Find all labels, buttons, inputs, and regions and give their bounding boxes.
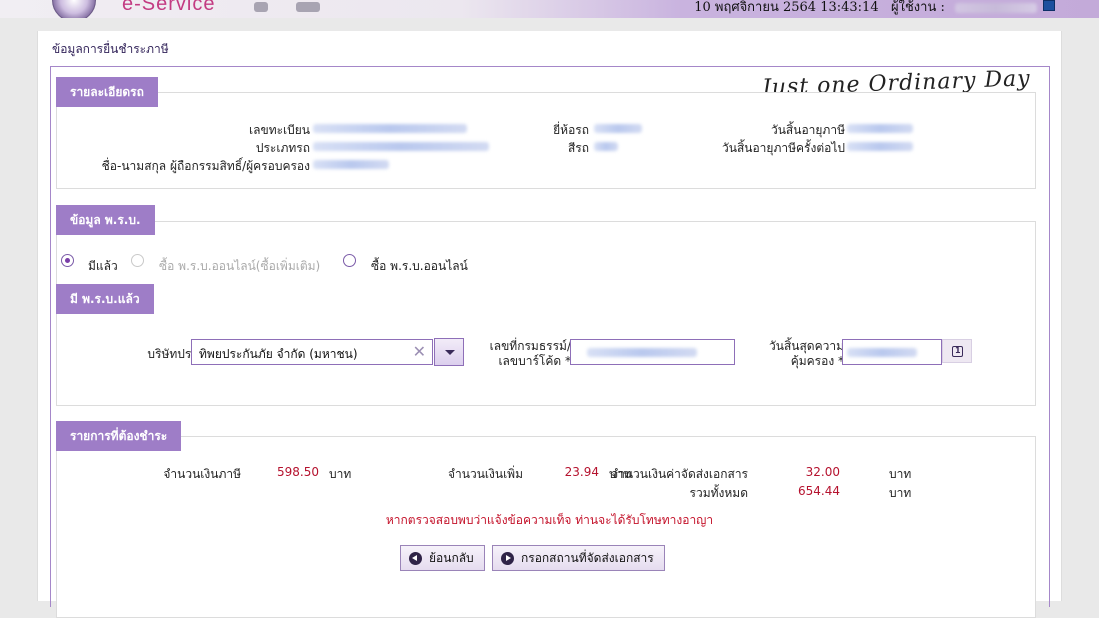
department-seal-logo	[52, 0, 96, 18]
owner-label: ชื่อ-นามสกุล ผู้ถือกรรมสิทธิ์/ผู้ครอบครอ…	[101, 159, 310, 173]
calendar-icon[interactable]	[942, 339, 972, 363]
insurer-dropdown-button[interactable]	[434, 338, 464, 366]
header-datetime: 10 พฤศจิกายน 2564 13:43:14	[694, 0, 879, 15]
total-unit: บาท	[889, 486, 912, 500]
tax-amount-value: 598.50	[277, 465, 319, 479]
delivery-address-button[interactable]: กรอกสถานที่จัดส่งเอกสาร	[492, 545, 665, 571]
policy-number-value-redacted	[587, 348, 697, 357]
delivery-address-button-label: กรอกสถานที่จัดส่งเอกสาร	[521, 551, 654, 565]
top-banner: e-Service 10 พฤศจิกายน 2564 13:43:14 ผู้…	[0, 0, 1099, 18]
plate-label: เลขทะเบียน	[249, 123, 310, 137]
delivery-fee-unit: บาท	[889, 467, 912, 481]
insurance-box	[56, 221, 1036, 406]
insurance-title: ข้อมูล พ.ร.บ.	[56, 205, 155, 235]
radio-has-insurance[interactable]	[61, 254, 74, 267]
total-value: 654.44	[798, 484, 840, 498]
brand-label: ยี่ห้อรถ	[553, 123, 589, 137]
page-content: ข้อมูลการยื่นชำระภาษี Just one Ordinary …	[37, 31, 1062, 618]
radio-buy-online-label: ซื้อ พ.ร.บ.ออนไลน์	[371, 259, 468, 273]
radio-buy-online[interactable]	[343, 254, 356, 267]
coverage-end-label-line2: คุ้มครอง *	[790, 354, 844, 368]
clear-icon[interactable]: ✕	[413, 342, 426, 361]
brand-name: e-Service	[122, 0, 216, 15]
false-statement-warning: หากตรวจสอบพบว่าแจ้งข้อความเท็จ ท่านจะได้…	[385, 513, 714, 527]
owner-value-redacted	[313, 160, 389, 169]
header-username-redacted	[955, 2, 1037, 13]
insurer-select-value: ทิพยประกันภัย จำกัด (มหาชน)	[199, 347, 358, 361]
vehicle-details-title: รายละเอียดรถ	[56, 77, 158, 107]
color-label: สีรถ	[567, 141, 589, 155]
arrow-right-circle-icon	[501, 552, 514, 565]
back-button-label: ย้อนกลับ	[429, 551, 474, 565]
tax-expiry-label: วันสิ้นอายุภาษี	[770, 123, 845, 137]
policy-number-input[interactable]	[570, 339, 735, 365]
arrow-left-circle-icon	[409, 552, 422, 565]
header-menu-button[interactable]	[1043, 0, 1055, 11]
total-label: รวมทั้งหมด	[689, 486, 748, 500]
tax-expiry-value-redacted	[847, 124, 913, 133]
delivery-fee-value: 32.00	[805, 465, 840, 479]
surcharge-value: 23.94	[564, 465, 599, 479]
tax-amount-unit: บาท	[329, 467, 352, 481]
surcharge-label: จำนวนเงินเพิ่ม	[448, 467, 523, 481]
vehicle-type-label: ประเภทรถ	[255, 141, 310, 155]
car-icon	[254, 2, 268, 12]
has-insurance-title: มี พ.ร.บ.แล้ว	[56, 284, 154, 314]
color-value-redacted	[594, 142, 618, 151]
brand-value-redacted	[594, 124, 642, 133]
header-user-label: ผู้ใช้งาน :	[891, 0, 945, 15]
radio-buy-additional-online	[131, 254, 144, 267]
policy-number-label-line2: เลขบาร์โค้ด *	[498, 354, 571, 368]
plate-value-redacted	[313, 124, 467, 133]
back-button[interactable]: ย้อนกลับ	[400, 545, 485, 571]
coverage-end-date-input[interactable]	[842, 339, 942, 365]
bus-icon	[296, 2, 320, 12]
vehicle-type-value-redacted	[313, 142, 489, 151]
radio-has-insurance-label: มีแล้ว	[88, 259, 118, 273]
insurer-select[interactable]: ทิพยประกันภัย จำกัด (มหาชน) ✕	[191, 339, 433, 365]
delivery-fee-label: จำนวนเงินค่าจัดส่งเอกสาร	[611, 467, 748, 481]
coverage-end-date-value-redacted	[847, 348, 917, 357]
breadcrumb: ข้อมูลการยื่นชำระภาษี	[52, 42, 169, 56]
next-tax-expiry-label: วันสิ้นอายุภาษีครั้งต่อไป	[722, 141, 845, 155]
header-info: 10 พฤศจิกายน 2564 13:43:14 ผู้ใช้งาน :	[694, 0, 1037, 17]
next-tax-expiry-value-redacted	[847, 142, 913, 151]
radio-buy-additional-online-label: ซื้อ พ.ร.บ.ออนไลน์(ซื้อเพิ่มเติม)	[159, 259, 321, 273]
tax-amount-label: จำนวนเงินภาษี	[163, 467, 241, 481]
payment-title: รายการที่ต้องชำระ	[56, 421, 182, 451]
